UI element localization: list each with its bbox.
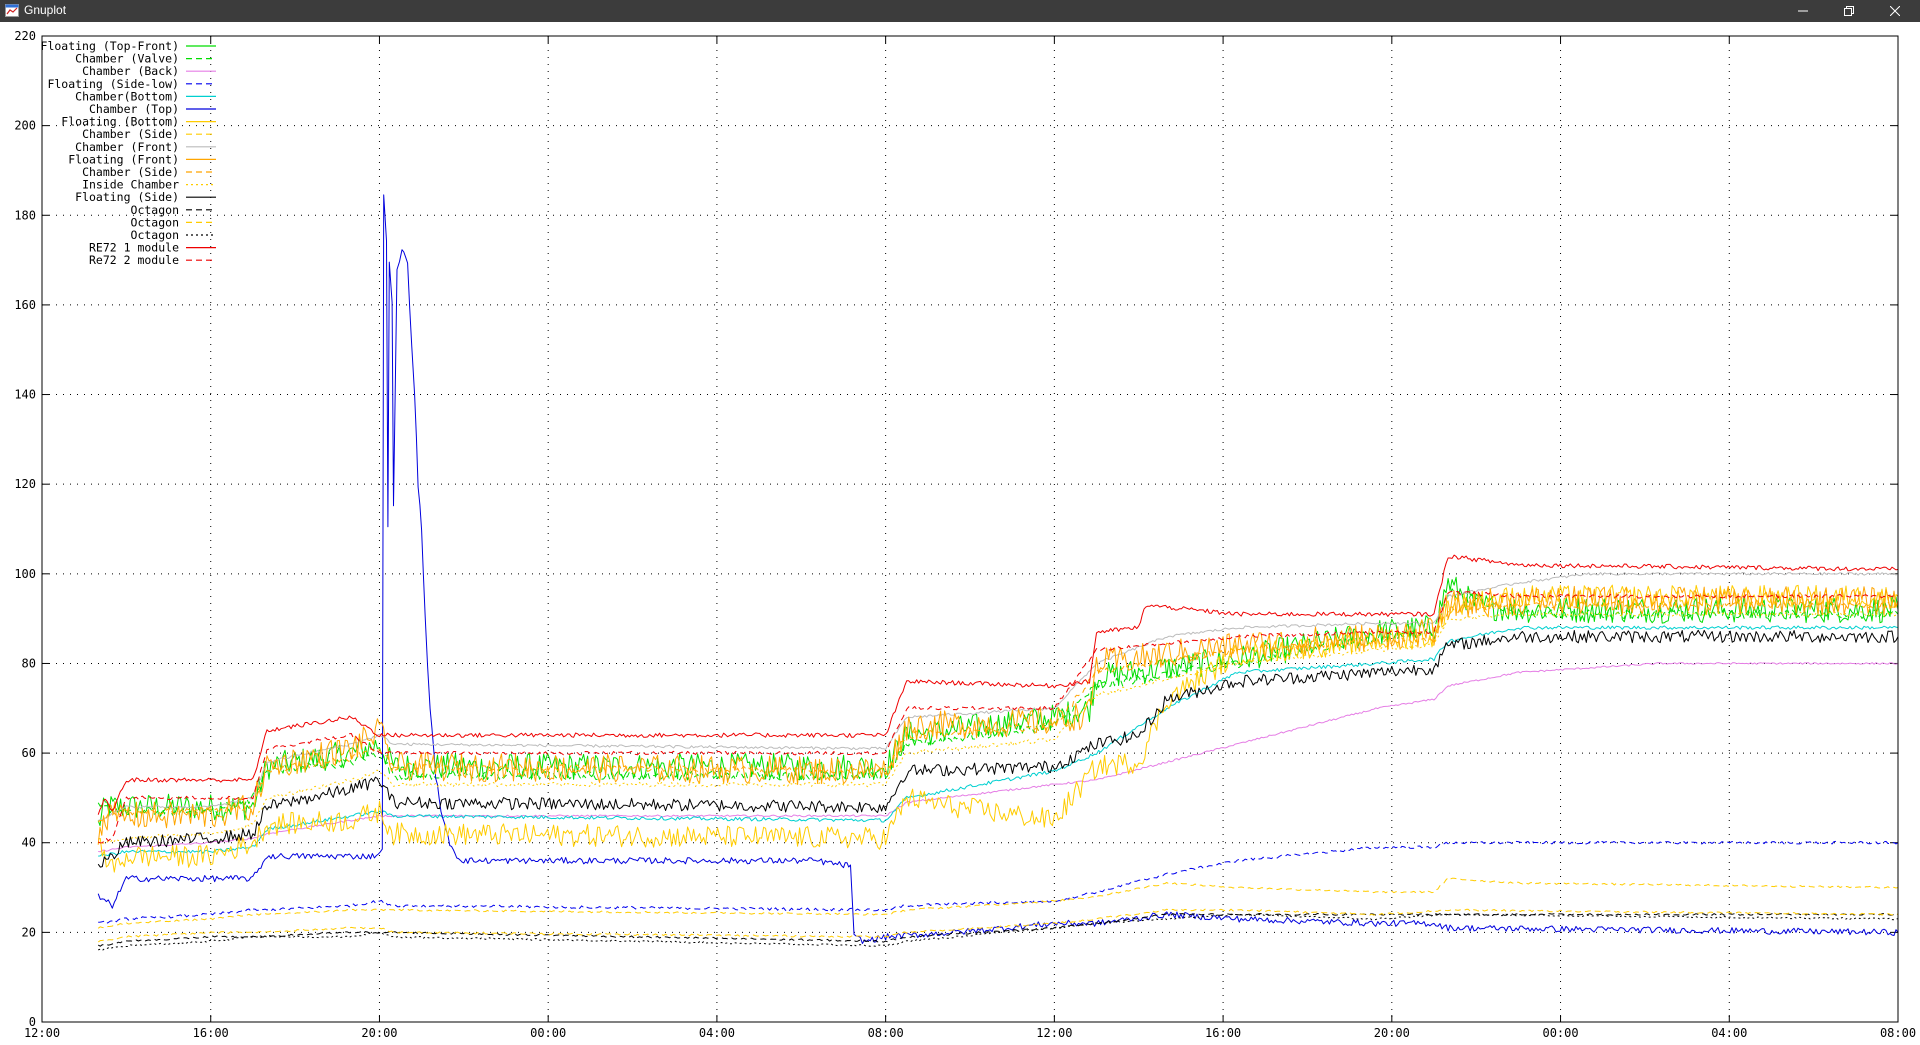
y-tick-label: 160 [14,298,36,312]
y-tick-label: 80 [22,656,36,670]
x-tick-label: 00:00 [530,1026,566,1040]
x-tick-label: 16:00 [193,1026,229,1040]
plot-border [41,35,1899,1023]
y-tick-label: 220 [14,29,36,43]
y-tick-label: 100 [14,567,36,581]
y-tick-label: 200 [14,119,36,133]
close-icon [1890,6,1900,16]
x-tick-label: 08:00 [1880,1026,1916,1040]
title-bar: Gnuplot [0,0,1920,22]
grid [42,36,1898,1022]
plot-area: 0 20 40 60 80 100 120 140 160 180 200 220 12:00 16:00… [0,22,1920,1041]
close-button[interactable] [1872,0,1918,22]
x-tick-label: 04:00 [699,1026,735,1040]
x-tick-label: 00:00 [1542,1026,1578,1040]
restore-icon [1844,6,1854,16]
x-tick-label: 12:00 [1036,1026,1072,1040]
y-tick-label: 40 [22,836,36,850]
minimize-button[interactable] [1780,0,1826,22]
series-line [98,625,1899,857]
y-tick-label: 120 [14,477,36,491]
x-tick-label: 04:00 [1711,1026,1747,1040]
gnuplot-app-icon [5,4,19,17]
series-line [98,662,1899,853]
x-tick-label: 16:00 [1205,1026,1241,1040]
series-line [98,584,1899,873]
y-tick-label: 140 [14,388,36,402]
line-chart: 02040608010012014016018020022012:00 16:00… [14,29,1916,1040]
x-tick-label: 20:00 [1374,1026,1410,1040]
series-line [97,588,1899,816]
y-tick-label: 180 [14,208,36,222]
legend-label: Re72 2 module [89,253,179,267]
legend: Floating (Top-Front)Chamber (Valve)Chamb… [41,39,216,267]
series-line [97,554,1899,815]
series-line [97,913,1899,947]
window-title: Gnuplot [24,3,67,17]
minimize-icon [1798,10,1808,12]
series-group [97,194,1899,951]
x-tick-label: 08:00 [868,1026,904,1040]
y-tick-label: 20 [22,925,36,939]
series-line [97,194,1899,944]
x-tick-label: 20:00 [361,1026,397,1040]
restore-button[interactable] [1826,0,1872,22]
x-tick-label: 12:00 [24,1026,60,1040]
y-tick-label: 60 [22,746,36,760]
